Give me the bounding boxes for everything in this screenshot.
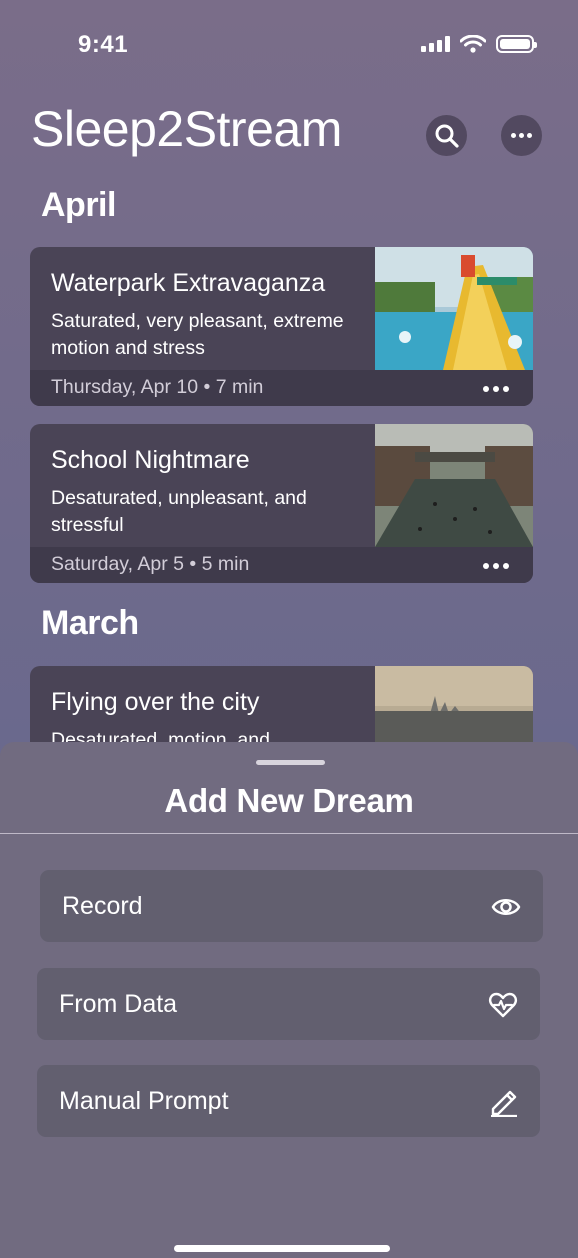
dream-thumbnail bbox=[375, 247, 533, 370]
dream-card[interactable]: School Nightmare Desaturated, unpleasant… bbox=[30, 424, 533, 583]
sheet-grabber[interactable] bbox=[256, 760, 325, 765]
app-title: Sleep2Stream bbox=[31, 101, 342, 157]
status-time: 9:41 bbox=[78, 31, 129, 58]
dream-description: Desaturated, unpleasant, and stressful bbox=[51, 487, 307, 536]
option-label: From Data bbox=[59, 990, 178, 1018]
status-bar: 9:41 bbox=[0, 0, 578, 90]
dream-footer: Saturday, Apr 5 • 5 min bbox=[30, 547, 533, 583]
dream-card[interactable]: Waterpark Extravaganza Saturated, very p… bbox=[30, 247, 533, 406]
eye-icon bbox=[491, 899, 521, 915]
dream-title: Flying over the city bbox=[51, 688, 260, 716]
status-icons bbox=[421, 35, 537, 53]
wifi-icon bbox=[460, 35, 486, 53]
dream-description: Saturated, very pleasant, extreme motion… bbox=[51, 310, 344, 359]
cellular-signal-icon bbox=[421, 36, 450, 52]
battery-icon bbox=[496, 35, 537, 53]
pencil-icon bbox=[491, 1090, 517, 1117]
search-icon bbox=[435, 124, 459, 148]
dream-title: Waterpark Extravaganza bbox=[51, 269, 326, 297]
search-button[interactable] bbox=[426, 115, 467, 156]
section-title-march: March bbox=[41, 604, 139, 642]
sheet-title: Add New Dream bbox=[164, 782, 414, 819]
option-label: Record bbox=[62, 892, 143, 920]
dream-meta: Saturday, Apr 5 • 5 min bbox=[51, 553, 250, 575]
dream-footer: Thursday, Apr 10 • 7 min bbox=[30, 370, 533, 406]
home-indicator[interactable] bbox=[174, 1245, 390, 1252]
section-title-april: April bbox=[41, 186, 116, 224]
dream-more-icon[interactable] bbox=[483, 563, 509, 569]
record-option[interactable]: Record bbox=[40, 870, 543, 942]
option-label: Manual Prompt bbox=[59, 1087, 229, 1115]
more-button[interactable] bbox=[501, 115, 542, 156]
heart-pulse-icon bbox=[489, 992, 517, 1018]
sheet-divider bbox=[0, 833, 578, 834]
add-dream-sheet: Add New Dream Record From Data Manual Pr… bbox=[0, 742, 578, 1258]
dream-title: School Nightmare bbox=[51, 446, 250, 474]
dream-meta: Thursday, Apr 10 • 7 min bbox=[51, 376, 264, 398]
more-icon bbox=[511, 133, 532, 138]
from-data-option[interactable]: From Data bbox=[37, 968, 540, 1040]
dream-thumbnail bbox=[375, 424, 533, 547]
manual-prompt-option[interactable]: Manual Prompt bbox=[37, 1065, 540, 1137]
dream-more-icon[interactable] bbox=[483, 386, 509, 392]
